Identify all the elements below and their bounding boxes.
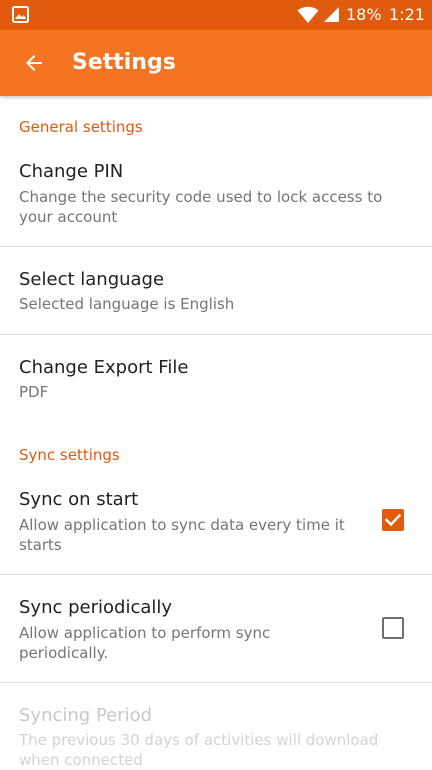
- change-export-file-summary: PDF: [19, 383, 49, 401]
- select-language-preference[interactable]: Select language Selected language is Eng…: [0, 247, 432, 334]
- app-bar: Settings: [0, 30, 432, 96]
- sync-on-start-summary: Allow application to sync data every tim…: [19, 516, 345, 554]
- select-language-title: Select language: [19, 269, 165, 290]
- syncing-period-preference: Syncing Period The previous 30 days of a…: [0, 683, 432, 769]
- signal-icon: [324, 7, 339, 22]
- sync-on-start-title: Sync on start: [19, 489, 139, 510]
- change-export-file-title: Change Export File: [19, 357, 189, 378]
- syncing-period-summary: The previous 30 days of activities will …: [19, 731, 379, 769]
- change-export-file-preference[interactable]: Change Export File PDF: [0, 335, 432, 421]
- sync-periodically-preference[interactable]: Sync periodically Allow application to p…: [0, 575, 432, 682]
- general-settings-header: General settings: [19, 118, 143, 136]
- select-language-summary: Selected language is English: [19, 295, 235, 313]
- sync-periodically-summary: Allow application to perform sync period…: [19, 624, 271, 662]
- sync-settings-header: Sync settings: [19, 446, 120, 464]
- syncing-period-title: Syncing Period: [19, 705, 153, 726]
- sync-periodically-title: Sync periodically: [19, 597, 173, 618]
- clock: 1:21: [389, 5, 425, 24]
- page-title: Settings: [72, 50, 176, 75]
- checkmark-icon: [385, 513, 401, 527]
- status-bar: 18% 1:21: [0, 0, 432, 30]
- sync-on-start-checkbox[interactable]: [382, 509, 404, 531]
- change-pin-preference[interactable]: Change PIN Change the security code used…: [0, 148, 432, 246]
- sync-periodically-checkbox[interactable]: [382, 617, 404, 639]
- gallery-icon: [12, 6, 29, 23]
- arrow-left-icon: [26, 55, 42, 71]
- wifi-icon: [297, 6, 319, 23]
- sync-on-start-preference[interactable]: Sync on start Allow application to sync …: [0, 476, 432, 574]
- change-pin-summary: Change the security code used to lock ac…: [19, 188, 383, 226]
- battery-level: 18%: [346, 5, 382, 24]
- change-pin-title: Change PIN: [19, 161, 124, 182]
- back-button[interactable]: [14, 43, 54, 83]
